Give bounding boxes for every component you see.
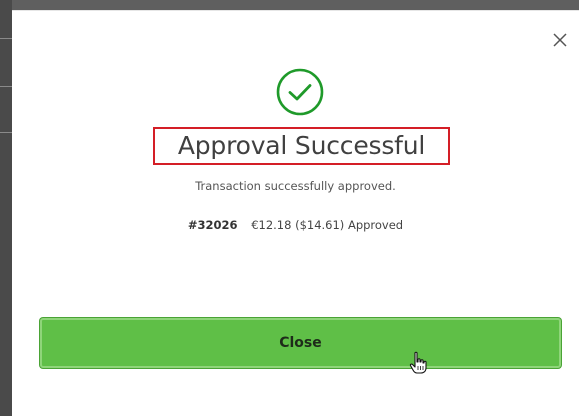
dialog-subtitle: Transaction successfully approved. [195, 179, 396, 193]
title-highlight-box: Approval Successful [153, 127, 450, 165]
backdrop-divider [0, 132, 12, 133]
approval-dialog: Approval Successful Transaction successf… [12, 10, 579, 417]
backdrop-divider [0, 38, 12, 39]
close-button[interactable]: Close [40, 318, 561, 368]
transaction-details: €12.18 ($14.61) Approved [251, 218, 404, 232]
backdrop-strip [0, 0, 12, 416]
close-icon[interactable] [551, 31, 569, 49]
dialog-title: Approval Successful [177, 131, 426, 160]
backdrop-divider [0, 86, 12, 87]
transaction-id: #32026 [187, 218, 238, 232]
check-circle-icon [275, 67, 325, 117]
transaction-summary: #32026 €12.18 ($14.61) Approved [12, 218, 579, 232]
hand-cursor-icon [409, 351, 427, 375]
close-button-label: Close [279, 335, 322, 351]
